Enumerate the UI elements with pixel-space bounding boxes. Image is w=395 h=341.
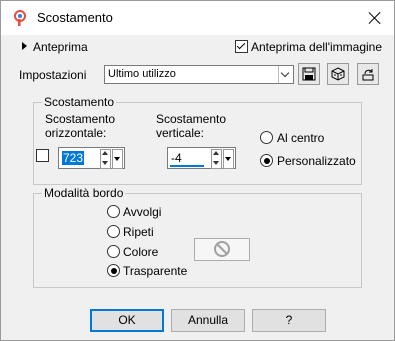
app-logo-icon [14, 10, 26, 26]
horizontal-offset-stepper[interactable]: 723 [58, 147, 125, 169]
vertical-dropdown-arrow[interactable] [223, 149, 234, 169]
settings-label: Impostazioni [19, 68, 87, 82]
repeat-label: Ripeti [123, 225, 154, 239]
center-radio[interactable] [260, 131, 273, 144]
wrap-label: Avvolgi [123, 205, 162, 219]
reset-icon [362, 69, 374, 81]
save-icon [302, 67, 316, 81]
transparent-radio[interactable] [107, 264, 120, 277]
image-preview-checkbox[interactable] [235, 40, 248, 53]
repeat-radio[interactable] [107, 225, 120, 238]
vertical-label-line2: verticale: [156, 126, 205, 140]
cancel-button[interactable]: Annulla [171, 309, 245, 332]
vertical-offset-stepper[interactable]: -4 [167, 147, 236, 169]
horizontal-label-line1: Scostamento [45, 112, 116, 126]
color-swatch-button[interactable] [194, 238, 250, 261]
vertical-label-line1: Scostamento [156, 112, 227, 126]
disabled-icon [214, 241, 230, 257]
link-offsets-checkbox[interactable] [36, 149, 49, 162]
transparent-label: Trasparente [123, 264, 188, 278]
image-preview-label: Anteprima dell'immagine [251, 40, 383, 54]
vertical-offset-value[interactable]: -4 [171, 151, 182, 165]
help-button[interactable]: ? [252, 309, 326, 332]
color-radio[interactable] [107, 245, 120, 258]
custom-radio[interactable] [260, 154, 273, 167]
settings-selected-value: Ultimo utilizzo [108, 68, 176, 80]
cube-icon [331, 67, 345, 81]
color-label: Colore [123, 245, 159, 259]
horizontal-offset-value[interactable]: 723 [62, 151, 85, 165]
horizontal-label-line2: orizzontale: [45, 126, 107, 140]
window-title: Scostamento [37, 10, 113, 25]
title-bar: Scostamento [1, 1, 394, 35]
horizontal-dropdown-arrow[interactable] [112, 149, 123, 169]
settings-select[interactable]: Ultimo utilizzo [104, 65, 294, 84]
expand-arrow-icon[interactable] [22, 42, 27, 50]
reset-button[interactable] [357, 63, 379, 85]
border-mode-title: Modalità bordo [42, 186, 126, 200]
load-preset-button[interactable] [327, 63, 349, 85]
offset-group-title: Scostamento [42, 95, 117, 109]
save-preset-button[interactable] [298, 63, 320, 85]
dialog-window: Scostamento Anteprima Anteprima dell'imm… [0, 0, 395, 341]
preview-toggle[interactable]: Anteprima [33, 40, 88, 54]
chevron-down-icon[interactable] [278, 66, 293, 83]
wrap-radio[interactable] [107, 205, 120, 218]
horizontal-spin-buttons[interactable] [100, 149, 111, 169]
close-button[interactable] [366, 9, 384, 27]
ok-button[interactable]: OK [90, 309, 164, 332]
vertical-spin-buttons[interactable] [211, 149, 222, 169]
center-label: Al centro [277, 131, 325, 145]
custom-label: Personalizzato [277, 154, 356, 168]
vertical-value-underline [170, 165, 204, 167]
